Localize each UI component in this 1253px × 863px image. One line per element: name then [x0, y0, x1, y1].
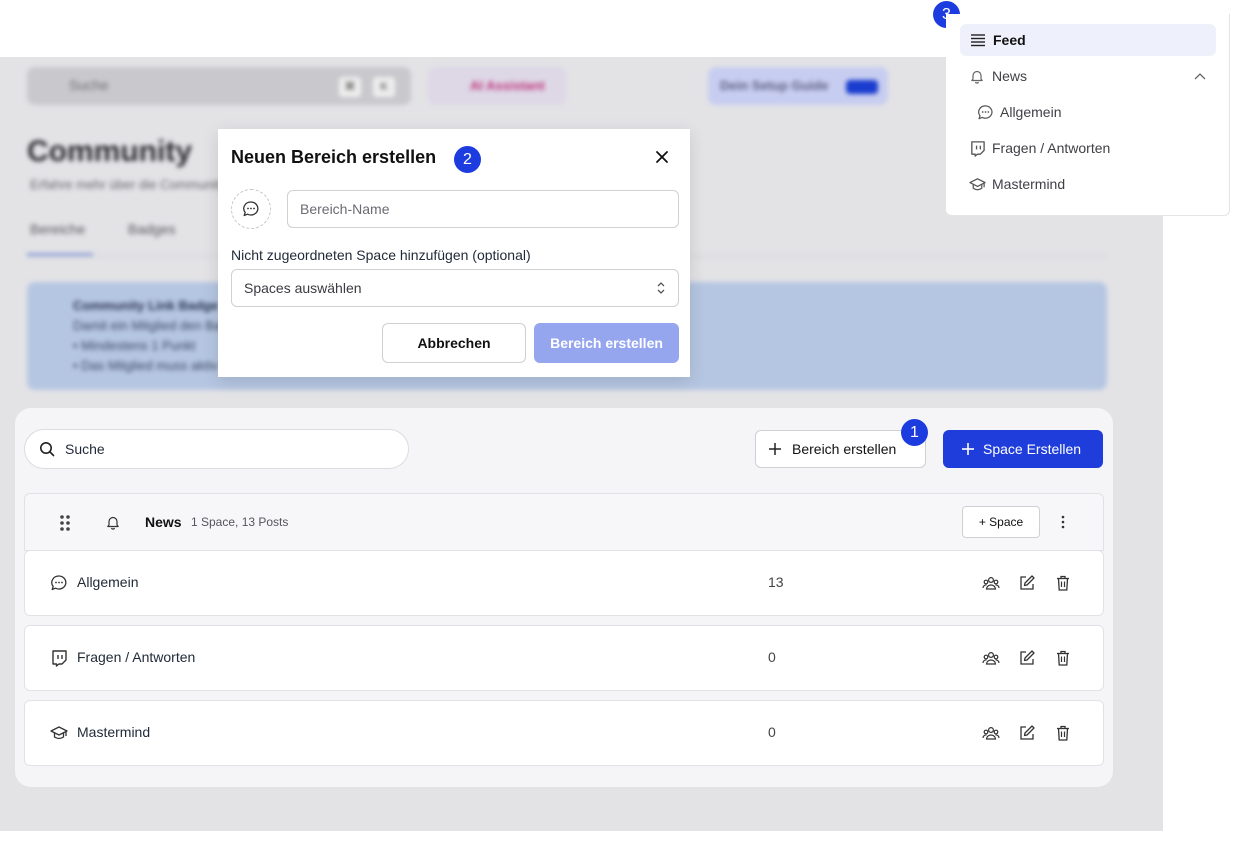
nav-item-mastermind[interactable]: Mastermind: [968, 168, 1065, 200]
group-meta: 1 Space, 13 Posts: [191, 515, 289, 529]
edit-icon[interactable]: [1018, 649, 1036, 667]
nav-item-fragen[interactable]: Fragen / Antworten: [968, 132, 1110, 164]
bg-shortcut-key: K: [373, 77, 395, 97]
bg-setup-guide-label: Dein Setup Guide: [720, 78, 829, 93]
nav-item-news[interactable]: News: [968, 60, 1210, 92]
bg-info-bullet: Mindestens 1 Punkt: [81, 338, 196, 353]
nav-item-label: Feed: [993, 32, 1026, 48]
post-count: 0: [768, 649, 776, 665]
create-area-label: Bereich erstellen: [792, 441, 897, 457]
space-name: Allgemein: [77, 574, 139, 590]
more-options-icon[interactable]: [1061, 515, 1065, 529]
post-count: 0: [768, 724, 776, 740]
create-area-submit-button[interactable]: Bereich erstellen: [534, 323, 679, 363]
plus-icon: [769, 443, 781, 455]
create-area-dialog: Neuen Bereich erstellen 2 Nicht zugeordn…: [218, 129, 690, 377]
bg-page-subtitle: Erfahre mehr über die Community: [30, 177, 226, 192]
add-space-button[interactable]: + Space: [962, 506, 1040, 538]
graduation-cap-icon: [50, 726, 68, 740]
group-header-news: News 1 Space, 13 Posts + Space: [24, 493, 1104, 551]
create-space-label: Space Erstellen: [983, 441, 1082, 457]
members-icon[interactable]: [982, 574, 1000, 592]
trash-icon[interactable]: [1054, 574, 1072, 592]
nav-item-allgemein[interactable]: Allgemein: [976, 96, 1061, 128]
space-name: Fragen / Antworten: [77, 649, 196, 665]
trash-icon[interactable]: [1054, 724, 1072, 742]
nav-item-label: Allgemein: [1000, 104, 1062, 120]
spaces-management-card: Suche Bereich erstellen 1 Space Erstelle…: [15, 408, 1113, 787]
group-name: News: [145, 514, 182, 530]
dialog-title: Neuen Bereich erstellen: [231, 147, 437, 167]
plus-icon: [962, 443, 974, 455]
icon-picker-button[interactable]: [231, 189, 271, 229]
space-name: Mastermind: [77, 724, 151, 740]
nav-item-label: Mastermind: [992, 176, 1066, 192]
bg-search-bar: Suche ⌘ K: [27, 67, 411, 105]
area-name-input[interactable]: [287, 190, 679, 228]
search-icon: [40, 442, 55, 457]
twitch-icon: [968, 139, 986, 157]
edit-icon[interactable]: [1018, 574, 1036, 592]
nav-item-label: News: [992, 68, 1028, 84]
feed-icon: [969, 31, 987, 49]
search-input[interactable]: Suche: [24, 429, 409, 469]
bell-icon: [107, 516, 119, 530]
bg-tab: Bereiche: [30, 221, 86, 237]
navigation-preview-panel: Feed News Allgemein Fragen / Antworten M…: [946, 14, 1230, 216]
bg-shortcut-key: ⌘: [339, 77, 361, 97]
unassigned-space-label: Nicht zugeordneten Space hinzufügen (opt…: [231, 247, 531, 263]
members-icon[interactable]: [982, 649, 1000, 667]
graduation-cap-icon: [968, 175, 986, 193]
space-row[interactable]: Fragen / Antworten 0: [24, 625, 1104, 691]
drag-handle-icon[interactable]: [59, 514, 71, 532]
bg-page-title: Community: [27, 135, 192, 168]
trash-icon[interactable]: [1054, 649, 1072, 667]
members-icon[interactable]: [982, 724, 1000, 742]
chat-bubble-icon: [976, 103, 994, 121]
post-count: 13: [768, 574, 784, 590]
space-row[interactable]: Mastermind 0: [24, 700, 1104, 766]
bell-icon: [968, 67, 986, 85]
bg-info-title: Community Link Badge: [73, 298, 219, 313]
nav-item-feed[interactable]: Feed: [960, 24, 1216, 56]
bg-tab: Badges: [128, 221, 176, 237]
nav-item-label: Fragen / Antworten: [992, 140, 1111, 156]
spaces-select[interactable]: Spaces auswählen: [231, 269, 679, 307]
cancel-button[interactable]: Abbrechen: [382, 323, 526, 363]
step-badge-1: 1: [901, 419, 928, 446]
edit-icon[interactable]: [1018, 724, 1036, 742]
search-placeholder: Suche: [65, 441, 105, 457]
bg-ai-assistant-button: AI Assistant: [428, 67, 566, 105]
chevron-up-down-icon: [657, 282, 665, 294]
bg-search-label: Suche: [69, 77, 109, 93]
step-badge-2: 2: [454, 146, 481, 173]
bg-setup-progress-pill: [846, 80, 878, 94]
chat-bubble-icon: [243, 201, 259, 217]
spaces-select-placeholder: Spaces auswählen: [244, 280, 362, 296]
chat-bubble-icon: [51, 575, 67, 591]
twitch-icon: [52, 650, 67, 667]
chevron-up-icon[interactable]: [1194, 72, 1206, 80]
space-row[interactable]: Allgemein 13: [24, 550, 1104, 616]
create-space-button[interactable]: Space Erstellen: [943, 430, 1103, 468]
create-area-button[interactable]: Bereich erstellen: [755, 430, 926, 468]
close-icon[interactable]: [654, 149, 670, 165]
bg-setup-guide-button: Dein Setup Guide: [708, 67, 888, 105]
bg-ai-label: AI Assistant: [470, 78, 545, 93]
